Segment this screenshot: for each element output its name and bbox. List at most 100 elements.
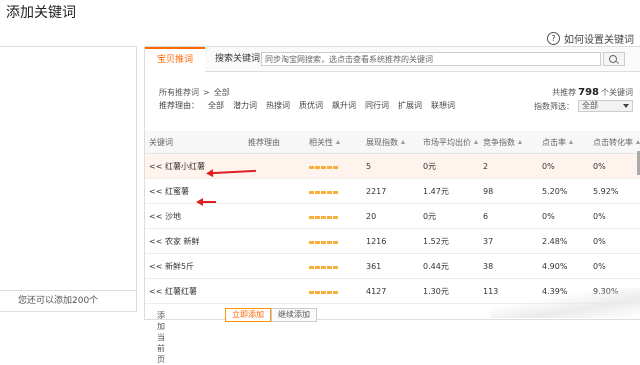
filter-rising[interactable]: 飙升词 (332, 100, 356, 111)
cvr-cell: 0% (589, 228, 640, 254)
filter-expand[interactable]: 扩展词 (398, 100, 422, 111)
avg-bid-cell: 1.47元 (419, 178, 479, 204)
sort-icon (474, 140, 478, 144)
ctr-cell: 4.90% (538, 253, 589, 279)
filter-potential[interactable]: 潜力词 (233, 100, 257, 111)
avg-bid-cell: 0元 (419, 203, 479, 229)
relevance-bars (305, 203, 362, 229)
impressions-cell: 361 (362, 253, 419, 279)
remaining-quota: 您还可以添加200个 (0, 290, 136, 311)
keyword-cell[interactable]: << 红蜜薯 (145, 178, 244, 204)
keyword-cell[interactable]: << 沙地 (145, 203, 244, 229)
tab-search-keywords[interactable]: 搜索关键词 (215, 47, 260, 71)
reason-cell (244, 203, 305, 229)
impressions-cell: 4127 (362, 278, 419, 304)
ctr-cell: 5.20% (538, 178, 589, 204)
table-row[interactable]: << 农家 新鲜 1216 1.52元 37 2.48% 0% (145, 228, 640, 254)
col-keyword: 关键词 (145, 131, 244, 154)
selected-keywords-panel: 您还可以添加200个 (0, 46, 137, 312)
keyword-cell[interactable]: << 农家 新鲜 (145, 228, 244, 254)
tab-bar: 宝贝推词 搜索关键词 同步淘宝网搜索，选点击查看系统推荐的关键词 (145, 47, 640, 72)
relevance-bars (305, 178, 362, 204)
col-avg-bid[interactable]: 市场平均出价 (419, 131, 479, 154)
sort-icon (336, 140, 340, 144)
impressions-cell: 1216 (362, 228, 419, 254)
avg-bid-cell: 0.44元 (419, 253, 479, 279)
total-count: 共推荐 798 个关键词 (552, 87, 633, 98)
breadcrumb: 所有推荐词 > 全部 (159, 88, 230, 97)
reason-cell (244, 228, 305, 254)
col-competition[interactable]: 竞争指数 (479, 131, 538, 154)
filter-quality[interactable]: 质优词 (299, 100, 323, 111)
search-icon (609, 55, 617, 63)
table-row[interactable]: << 沙地 20 0元 6 0% 0% (145, 203, 640, 229)
ctr-cell: 0% (538, 153, 589, 179)
help-icon: ? (547, 32, 560, 45)
breadcrumb-current: 全部 (213, 88, 230, 97)
col-reason: 推荐理由 (244, 131, 305, 154)
table-row[interactable]: << 新鲜5斤 361 0.44元 38 4.90% 0% (145, 253, 640, 279)
relevance-bars (305, 278, 362, 304)
reason-cell (244, 153, 305, 179)
table-row[interactable]: << 红薯小红薯 5 0元 2 0% 0% (145, 153, 640, 179)
sort-icon (569, 140, 573, 144)
keyword-cell[interactable]: << 红薯小红薯 (145, 153, 244, 179)
keyword-recommendation-panel: 宝贝推词 搜索关键词 同步淘宝网搜索，选点击查看系统推荐的关键词 所有推荐词 > 全… (144, 46, 640, 364)
reason-cell (244, 253, 305, 279)
help-label: 如何设置关键词 (564, 35, 634, 46)
competition-cell: 6 (479, 203, 538, 229)
keyword-table: 关键词 推荐理由 相关性 展现指数 市场平均出价 竞争指数 点击率 点击转化率 … (145, 131, 640, 304)
filter-peer[interactable]: 同行词 (365, 100, 389, 111)
filter-all[interactable]: 全部 (208, 100, 224, 111)
competition-cell: 38 (479, 253, 538, 279)
cvr-cell: 0% (589, 203, 640, 229)
competition-cell: 2 (479, 153, 538, 179)
filter-hot[interactable]: 热搜词 (266, 100, 290, 111)
index-filter-select[interactable]: 全部 (578, 100, 633, 112)
competition-cell: 37 (479, 228, 538, 254)
impressions-cell: 20 (362, 203, 419, 229)
table-header: 关键词 推荐理由 相关性 展现指数 市场平均出价 竞争指数 点击率 点击转化率 (145, 131, 640, 154)
annotation-arrow-2 (196, 198, 216, 206)
reason-cell (244, 278, 305, 304)
ctr-cell: 2.48% (538, 228, 589, 254)
reason-filter: 推荐理由： 全部 潜力词 热搜词 质优词 飙升词 同行词 扩展词 联想词 (159, 100, 455, 111)
impressions-cell: 5 (362, 153, 419, 179)
tab-product-recommend[interactable]: 宝贝推词 (145, 47, 205, 72)
relevance-bars (305, 253, 362, 279)
filter-label: 推荐理由： (159, 101, 199, 110)
cvr-cell: 5.92% (589, 178, 640, 204)
col-cvr[interactable]: 点击转化率 (589, 131, 640, 154)
relevance-bars (305, 153, 362, 179)
index-filter-label: 指数筛选： (534, 101, 574, 111)
filter-assoc[interactable]: 联想词 (431, 100, 455, 111)
competition-cell: 98 (479, 178, 538, 204)
col-relevance[interactable]: 相关性 (305, 131, 362, 154)
decorative-sketch (490, 288, 640, 318)
cvr-cell: 0% (589, 253, 640, 279)
search-button[interactable] (603, 52, 625, 66)
cvr-cell: 0% (589, 153, 640, 179)
avg-bid-cell: 1.30元 (419, 278, 479, 304)
sort-icon (401, 140, 405, 144)
table-row[interactable]: << 红蜜薯 2217 1.47元 98 5.20% 5.92% (145, 178, 640, 204)
help-link[interactable]: ? 如何设置关键词 (547, 31, 634, 46)
keyword-cell[interactable]: << 新鲜5斤 (145, 253, 244, 279)
add-current-page[interactable]: 添加当前页 (157, 310, 165, 365)
keyword-cell[interactable]: << 红薯红薯 (145, 278, 244, 304)
dialog-title: 添加关键词 (6, 5, 76, 21)
breadcrumb-root[interactable]: 所有推荐词 (159, 88, 199, 97)
reason-cell (244, 178, 305, 204)
avg-bid-cell: 1.52元 (419, 228, 479, 254)
add-now-button[interactable]: 立即添加 (225, 308, 271, 322)
col-impressions[interactable]: 展现指数 (362, 131, 419, 154)
avg-bid-cell: 0元 (419, 153, 479, 179)
continue-add-button[interactable]: 继续添加 (271, 308, 317, 322)
sort-icon (636, 140, 640, 144)
sort-icon (518, 140, 522, 144)
relevance-bars (305, 228, 362, 254)
ctr-cell: 0% (538, 203, 589, 229)
col-ctr[interactable]: 点击率 (538, 131, 589, 154)
impressions-cell: 2217 (362, 178, 419, 204)
search-input[interactable]: 同步淘宝网搜索，选点击查看系统推荐的关键词 (261, 52, 601, 66)
